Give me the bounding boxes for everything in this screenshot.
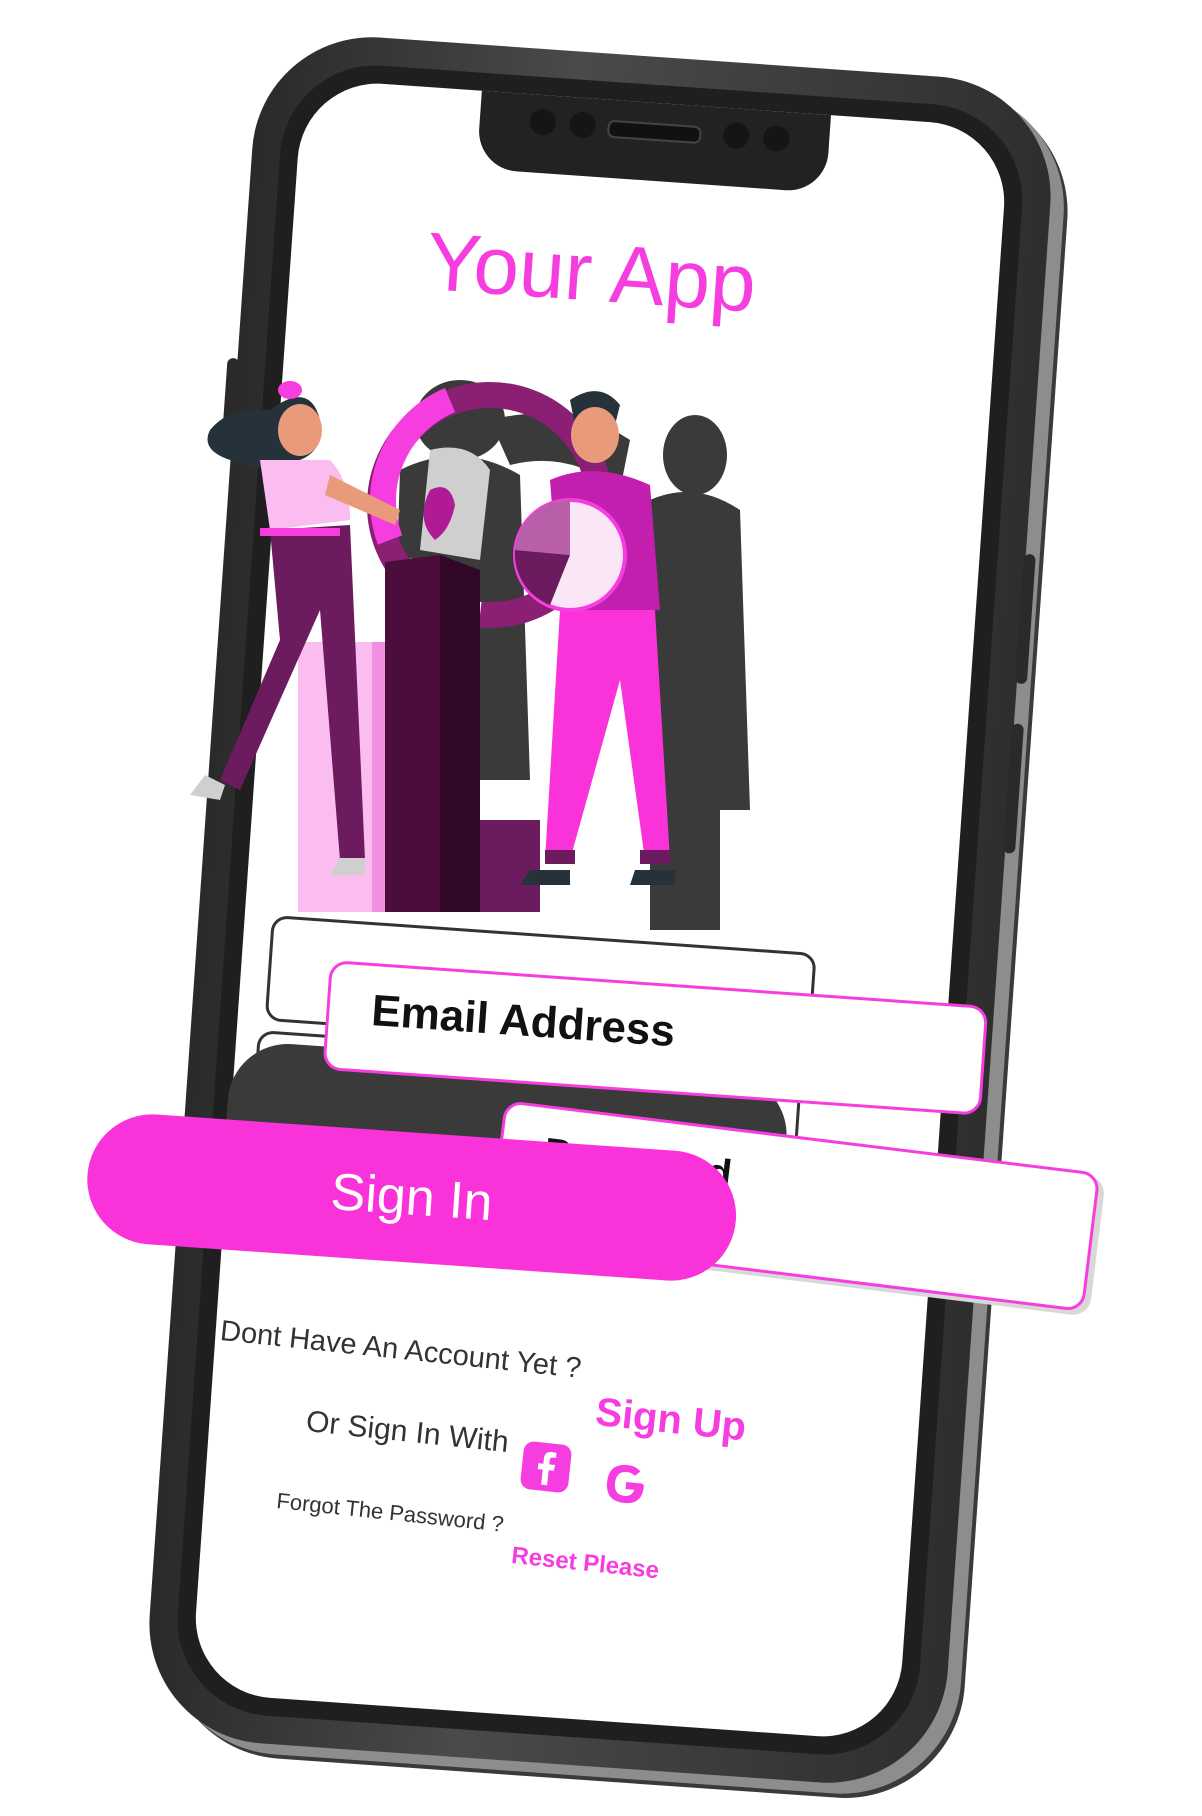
camera-icon — [568, 111, 597, 139]
bar-dark — [385, 555, 440, 912]
camera-icon — [722, 121, 751, 150]
phone-side-button — [1014, 553, 1036, 685]
google-icon[interactable] — [600, 1458, 653, 1511]
signin-label: Sign In — [328, 1162, 495, 1233]
facebook-icon[interactable] — [519, 1440, 573, 1494]
bar-dark-side — [440, 555, 480, 912]
camera-icon — [762, 124, 791, 153]
team-analytics-illustration — [190, 380, 750, 930]
pie-chart-icon — [513, 498, 627, 612]
speaker-grille — [606, 119, 702, 145]
phone-side-button — [1002, 723, 1024, 854]
bar-small — [480, 820, 540, 912]
bar-light-side — [372, 642, 386, 912]
camera-icon — [528, 108, 557, 136]
email-label: Email Address — [369, 986, 677, 1057]
phone-notch — [476, 88, 832, 193]
